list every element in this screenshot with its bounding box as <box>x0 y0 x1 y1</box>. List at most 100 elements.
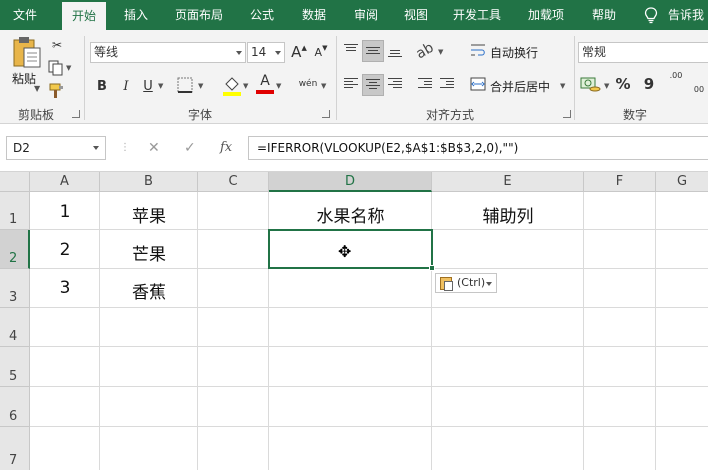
column-header-e[interactable]: E <box>432 172 584 192</box>
column-header-c[interactable]: C <box>198 172 269 192</box>
copy-dropdown-icon[interactable]: ▼ <box>66 64 71 72</box>
paste-options-button[interactable]: (Ctrl) <box>435 273 497 293</box>
underline-button[interactable]: U <box>140 76 156 96</box>
decrease-decimal-button[interactable]: 00 <box>690 82 708 96</box>
row-header-1[interactable]: 1 <box>0 192 30 230</box>
row-header-2[interactable]: 2 <box>0 230 30 269</box>
align-right-icon[interactable] <box>388 78 402 90</box>
align-left-icon[interactable] <box>344 78 358 90</box>
bottom-align-icon[interactable] <box>388 50 402 59</box>
bold-button[interactable]: B <box>94 76 110 96</box>
decrease-indent-icon[interactable] <box>418 78 432 90</box>
format-painter-icon[interactable] <box>48 82 66 100</box>
tab-view[interactable]: 视图 <box>396 0 436 30</box>
paste-button[interactable]: 粘贴 <box>12 70 36 87</box>
group-divider <box>574 36 575 120</box>
phonetic-guide-button[interactable]: wén <box>298 74 318 94</box>
merge-center-button[interactable]: 合并后居中 <box>490 78 550 95</box>
tab-page-layout[interactable]: 页面布局 <box>168 0 230 30</box>
row-number: 5 <box>9 369 18 384</box>
formula-input[interactable]: =IFERROR(VLOOKUP(E2,$A$1:$B$3,2,0),"") <box>248 136 708 160</box>
borders-dropdown-icon[interactable]: ▼ <box>198 82 203 90</box>
paste-dropdown-icon[interactable]: ▼ <box>34 84 40 93</box>
middle-align-button[interactable] <box>362 40 384 62</box>
grow-font-button[interactable]: A ▲ <box>290 42 308 62</box>
cell-e1[interactable]: 辅助列 <box>432 202 584 227</box>
merge-dropdown-icon[interactable]: ▼ <box>560 82 565 90</box>
row-header-4[interactable]: 4 <box>0 308 30 347</box>
wrap-text-button[interactable]: 自动换行 <box>490 44 538 61</box>
fill-color-icon[interactable] <box>222 74 242 96</box>
clipboard-group-label: 剪贴板 <box>17 108 54 122</box>
column-header-b[interactable]: B <box>100 172 198 192</box>
cell-b1[interactable]: 苹果 <box>100 202 198 227</box>
tab-file[interactable]: 文件 <box>6 0 44 30</box>
column-header-f[interactable]: F <box>584 172 656 192</box>
insert-function-button[interactable]: fx <box>220 136 232 160</box>
worksheet-grid[interactable]: A B C D E F G 1 2 3 4 5 6 7 1 2 3 苹果 芒果 … <box>0 172 708 470</box>
row-header-5[interactable]: 5 <box>0 347 30 387</box>
tab-addins[interactable]: 加载项 <box>520 0 572 30</box>
increase-indent-icon[interactable] <box>440 78 454 90</box>
borders-icon[interactable] <box>176 76 194 94</box>
fill-color-dropdown-icon[interactable]: ▼ <box>243 82 248 90</box>
align-center-button[interactable] <box>362 74 384 96</box>
column-header-a[interactable]: A <box>30 172 100 192</box>
fill-handle[interactable] <box>429 265 435 271</box>
font-color-swatch <box>256 90 274 94</box>
top-align-icon[interactable] <box>344 44 358 53</box>
tab-formulas[interactable]: 公式 <box>240 0 284 30</box>
tab-data[interactable]: 数据 <box>292 0 336 30</box>
accounting-format-icon[interactable] <box>580 74 602 94</box>
accounting-dropdown-icon[interactable]: ▼ <box>604 82 609 90</box>
italic-button[interactable]: I <box>118 76 134 96</box>
select-all-corner[interactable] <box>0 172 30 192</box>
font-launcher-icon[interactable] <box>322 110 330 118</box>
font-color-dropdown-icon[interactable]: ▼ <box>276 82 281 90</box>
font-color-button[interactable]: A <box>256 72 274 90</box>
orientation-icon[interactable]: ab <box>410 36 440 66</box>
number-format-combo[interactable]: 常规 <box>578 42 708 63</box>
name-box[interactable]: D2 <box>6 136 106 160</box>
shrink-font-button[interactable]: A ▼ <box>312 42 330 62</box>
tab-insert[interactable]: 插入 <box>114 0 158 30</box>
alignment-launcher-icon[interactable] <box>563 110 571 118</box>
row-header-3[interactable]: 3 <box>0 269 30 308</box>
merge-center-icon <box>470 77 486 91</box>
lightbulb-icon[interactable] <box>643 7 659 24</box>
increase-decimal-button[interactable]: .00 <box>664 68 688 82</box>
enter-icon[interactable]: ✓ <box>184 136 196 160</box>
column-header-d[interactable]: D <box>269 172 432 192</box>
cell-d1[interactable]: 水果名称 <box>269 202 432 227</box>
cell-b2[interactable]: 芒果 <box>100 240 198 265</box>
cell-a1[interactable]: 1 <box>30 202 100 222</box>
row-header-6[interactable]: 6 <box>0 387 30 427</box>
comma-style-button[interactable]: 9 <box>640 74 658 94</box>
cut-icon[interactable]: ✂ <box>48 36 66 54</box>
tell-me-search[interactable]: 告诉我 <box>668 0 708 30</box>
clipboard-launcher-icon[interactable] <box>72 110 80 118</box>
copy-icon[interactable] <box>48 60 64 76</box>
column-header-g[interactable]: G <box>656 172 708 192</box>
phonetic-dropdown-icon[interactable]: ▼ <box>321 82 326 90</box>
grow-font-icon: A <box>291 43 302 61</box>
orientation-dropdown-icon[interactable]: ▼ <box>438 48 443 56</box>
cell-b3[interactable]: 香蕉 <box>100 278 198 303</box>
tab-review[interactable]: 审阅 <box>344 0 388 30</box>
percent-style-button[interactable]: % <box>614 74 632 94</box>
row-header-7[interactable]: 7 <box>0 427 30 470</box>
underline-dropdown-icon[interactable]: ▼ <box>158 82 163 90</box>
formula-bar-resize-icon[interactable]: ⋮ <box>120 136 130 160</box>
paste-icon[interactable] <box>12 36 42 68</box>
font-size-combo[interactable]: 14 <box>247 42 285 63</box>
tab-developer[interactable]: 开发工具 <box>446 0 508 30</box>
font-name-combo[interactable]: 等线 <box>90 42 246 63</box>
paste-options-label: (Ctrl) <box>457 276 486 289</box>
tab-home[interactable]: 开始 <box>62 2 106 30</box>
cell-cursor-icon: ✥ <box>338 242 352 261</box>
tab-help[interactable]: 帮助 <box>584 0 624 30</box>
font-size-value: 14 <box>251 45 267 59</box>
cancel-icon[interactable]: ✕ <box>148 136 160 160</box>
cell-a3[interactable]: 3 <box>30 278 100 298</box>
cell-a2[interactable]: 2 <box>30 240 100 260</box>
